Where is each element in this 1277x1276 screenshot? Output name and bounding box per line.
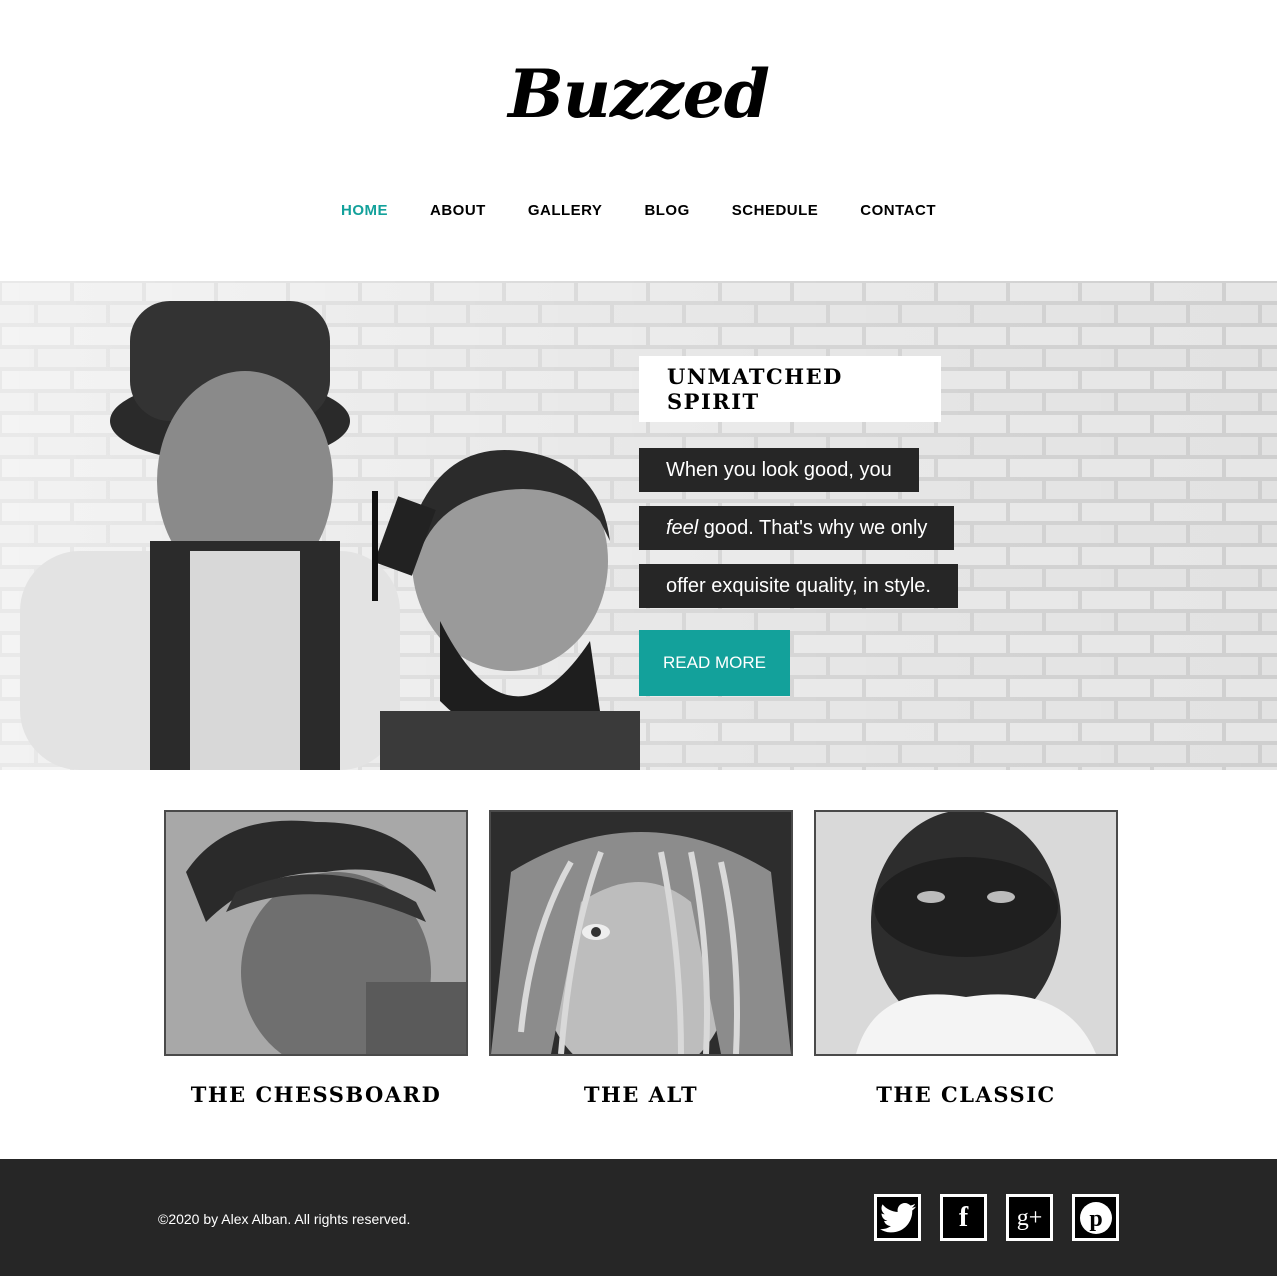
- logo-text: Buzzed: [508, 55, 770, 133]
- site-footer: ©2020 by Alex Alban. All rights reserved…: [0, 1159, 1277, 1276]
- pinterest-icon[interactable]: p: [1072, 1194, 1119, 1241]
- nav-blog[interactable]: BLOG: [644, 200, 689, 222]
- copyright-text: ©2020 by Alex Alban. All rights reserved…: [158, 1211, 411, 1227]
- hero-headline: UNMATCHED SPIRIT: [667, 364, 843, 414]
- svg-text:p: p: [1089, 1206, 1102, 1232]
- style-title-chessboard[interactable]: THE CHESSBOARD: [164, 1082, 468, 1107]
- hero-text-2: good. That's why we only: [698, 517, 928, 539]
- nav-schedule[interactable]: SCHEDULE: [732, 200, 819, 222]
- google-plus-icon[interactable]: g+: [1006, 1194, 1053, 1241]
- nav-home[interactable]: HOME: [341, 200, 388, 222]
- hero-text-emphasis: feel: [666, 517, 699, 539]
- style-title-alt[interactable]: THE ALT: [489, 1082, 793, 1107]
- chessboard-photo: [166, 812, 466, 1054]
- facebook-icon[interactable]: f: [940, 1194, 987, 1241]
- alt-photo: [491, 812, 791, 1054]
- style-title-classic[interactable]: THE CLASSIC: [814, 1082, 1118, 1107]
- hero-text-line-3: offer exquisite quality, in style.: [639, 564, 958, 608]
- main-nav: HOME ABOUT GALLERY BLOG SCHEDULE CONTACT: [0, 200, 1277, 222]
- classic-photo: [816, 812, 1116, 1054]
- hero-text-3: offer exquisite quality, in style.: [666, 575, 931, 597]
- style-photo-classic[interactable]: [814, 810, 1118, 1056]
- nav-contact[interactable]: CONTACT: [860, 200, 936, 222]
- nav-gallery[interactable]: GALLERY: [528, 200, 603, 222]
- hero-text-line-1: When you look good, you: [639, 448, 919, 492]
- hero-headline-box: UNMATCHED SPIRIT: [639, 356, 941, 422]
- read-more-button[interactable]: READ MORE: [639, 630, 790, 696]
- nav-about[interactable]: ABOUT: [430, 200, 486, 222]
- hero-text-line-2: feel good. That's why we only: [639, 506, 954, 550]
- style-photo-alt[interactable]: [489, 810, 793, 1056]
- site-logo[interactable]: Buzzed: [0, 52, 1277, 136]
- twitter-icon[interactable]: [874, 1194, 921, 1241]
- hero-text-1: When you look good, you: [666, 459, 892, 481]
- style-photo-chessboard[interactable]: [164, 810, 468, 1056]
